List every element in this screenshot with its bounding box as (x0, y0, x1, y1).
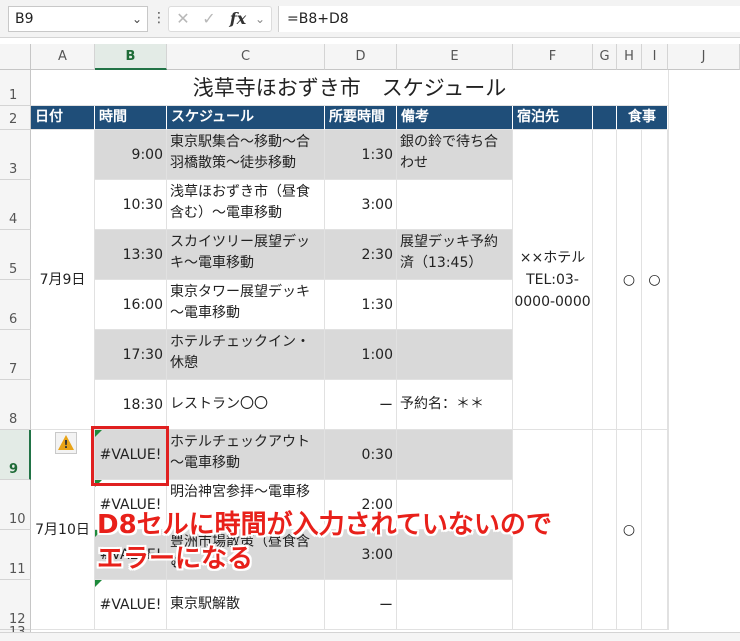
header-duration[interactable]: 所要時間 (325, 106, 397, 130)
time-cell[interactable]: 10:30 (95, 180, 167, 230)
annotation-line-2: エラーになる (97, 544, 254, 574)
row-header-8[interactable]: 8 (0, 380, 31, 430)
column-header-h[interactable]: H (617, 44, 642, 70)
row-header-7[interactable]: 7 (0, 330, 31, 380)
header-date[interactable]: 日付 (31, 106, 95, 130)
row-header-1[interactable]: 1 (0, 70, 31, 106)
date-day1[interactable]: 7月9日 (31, 130, 95, 430)
error-value: #VALUE! (99, 596, 162, 613)
column-header-d[interactable]: D (325, 44, 397, 70)
column-header-a[interactable]: A (31, 44, 95, 70)
column-header-i[interactable]: I (642, 44, 668, 70)
hotel-day1[interactable]: ××ホテル TEL:03-0000-0000 (513, 130, 593, 430)
schedule-cell[interactable]: 浅草ほおずき市（昼食含む）～電車移動 (167, 180, 325, 230)
annotation-text: D8セルに時間が入力されていないので エラーになる (97, 508, 657, 588)
duration-cell[interactable]: 0:30 (325, 430, 397, 480)
header-hotel[interactable]: 宿泊先 (513, 106, 593, 130)
select-all-corner[interactable] (0, 44, 31, 70)
column-header-g[interactable]: G (593, 44, 617, 70)
note-cell[interactable] (397, 180, 513, 230)
duration-cell[interactable]: 2:30 (325, 230, 397, 280)
meal-h-day1[interactable]: ○ (617, 130, 642, 430)
column-header-e[interactable]: E (397, 44, 513, 70)
time-cell[interactable]: 9:00 (95, 130, 167, 180)
schedule-cell[interactable]: 東京駅集合～移動～合羽橋散策～徒歩移動 (167, 130, 325, 180)
header-meal[interactable]: 食事 (617, 106, 668, 130)
note-cell[interactable] (397, 330, 513, 380)
insert-function-icon[interactable]: fx (225, 7, 251, 31)
chevron-down-icon[interactable]: ⌄ (126, 6, 148, 32)
note-cell[interactable]: 銀の鈴で待ち合わせ (397, 130, 513, 180)
note-cell[interactable]: 予約名：＊＊ (397, 380, 513, 430)
row-header-6[interactable]: 6 (0, 280, 31, 330)
schedule-cell[interactable]: レストラン〇〇 (167, 380, 325, 430)
annotation-line-1: D8セルに時間が入力されていないので (97, 510, 552, 540)
header-g[interactable] (593, 106, 617, 130)
duration-cell[interactable]: 1:00 (325, 330, 397, 380)
chevron-down-icon[interactable]: ⌄ (251, 7, 269, 31)
meal-g-day1[interactable] (593, 130, 617, 430)
header-time[interactable]: 時間 (95, 106, 167, 130)
sheet-title[interactable]: 浅草寺ほおずき市 スケジュール (31, 70, 668, 106)
note-cell[interactable] (397, 280, 513, 330)
header-schedule[interactable]: スケジュール (167, 106, 325, 130)
meal-i-day1[interactable]: ○ (642, 130, 668, 430)
formula-bar-buttons: ✕ ✓ fx ⌄ (168, 6, 272, 32)
schedule-cell[interactable]: スカイツリー展望デッキ～電車移動 (167, 230, 325, 280)
row-header-11[interactable]: 11 (0, 530, 31, 580)
row-header-12[interactable]: 12 (0, 580, 31, 630)
note-cell[interactable] (397, 430, 513, 480)
schedule-cell[interactable]: 東京タワー展望デッキ～電車移動 (167, 280, 325, 330)
date-day2[interactable]: 7月10日 (31, 430, 95, 630)
column-header-b[interactable]: B (95, 44, 167, 70)
row-header-5[interactable]: 5 (0, 230, 31, 280)
column-header-f[interactable]: F (513, 44, 593, 70)
duration-cell[interactable]: 3:00 (325, 180, 397, 230)
selected-cell-highlight (91, 426, 169, 486)
column-header-j[interactable]: J (668, 44, 740, 70)
note-cell[interactable]: 展望デッキ予約済（13:45） (397, 230, 513, 280)
error-warning-button[interactable]: ! (55, 432, 77, 454)
cancel-icon[interactable]: ✕ (171, 7, 195, 31)
schedule-cell[interactable]: ホテルチェックイン・休憩 (167, 330, 325, 380)
schedule-cell[interactable]: ホテルチェックアウト～電車移動 (167, 430, 325, 480)
row-header-4[interactable]: 4 (0, 180, 31, 230)
row-header-9[interactable]: 9 (0, 430, 31, 480)
time-cell[interactable]: 17:30 (95, 330, 167, 380)
duration-cell[interactable]: 1:30 (325, 280, 397, 330)
more-options-icon[interactable]: ⋮ (152, 6, 166, 32)
row-header-10[interactable]: 10 (0, 480, 31, 530)
row-header-3[interactable]: 3 (0, 130, 31, 180)
warning-exclamation: ! (63, 438, 69, 451)
formula-input[interactable]: =B8+D8 (278, 6, 740, 32)
time-cell[interactable]: 18:30 (95, 380, 167, 430)
column-j-area[interactable] (668, 70, 740, 630)
time-cell[interactable]: 13:30 (95, 230, 167, 280)
row-header-2[interactable]: 2 (0, 106, 31, 130)
duration-cell[interactable]: ー (325, 380, 397, 430)
bottom-gutter (0, 632, 740, 641)
header-note[interactable]: 備考 (397, 106, 513, 130)
enter-icon[interactable]: ✓ (197, 7, 221, 31)
time-cell[interactable]: 16:00 (95, 280, 167, 330)
duration-cell[interactable]: 1:30 (325, 130, 397, 180)
column-header-c[interactable]: C (167, 44, 325, 70)
